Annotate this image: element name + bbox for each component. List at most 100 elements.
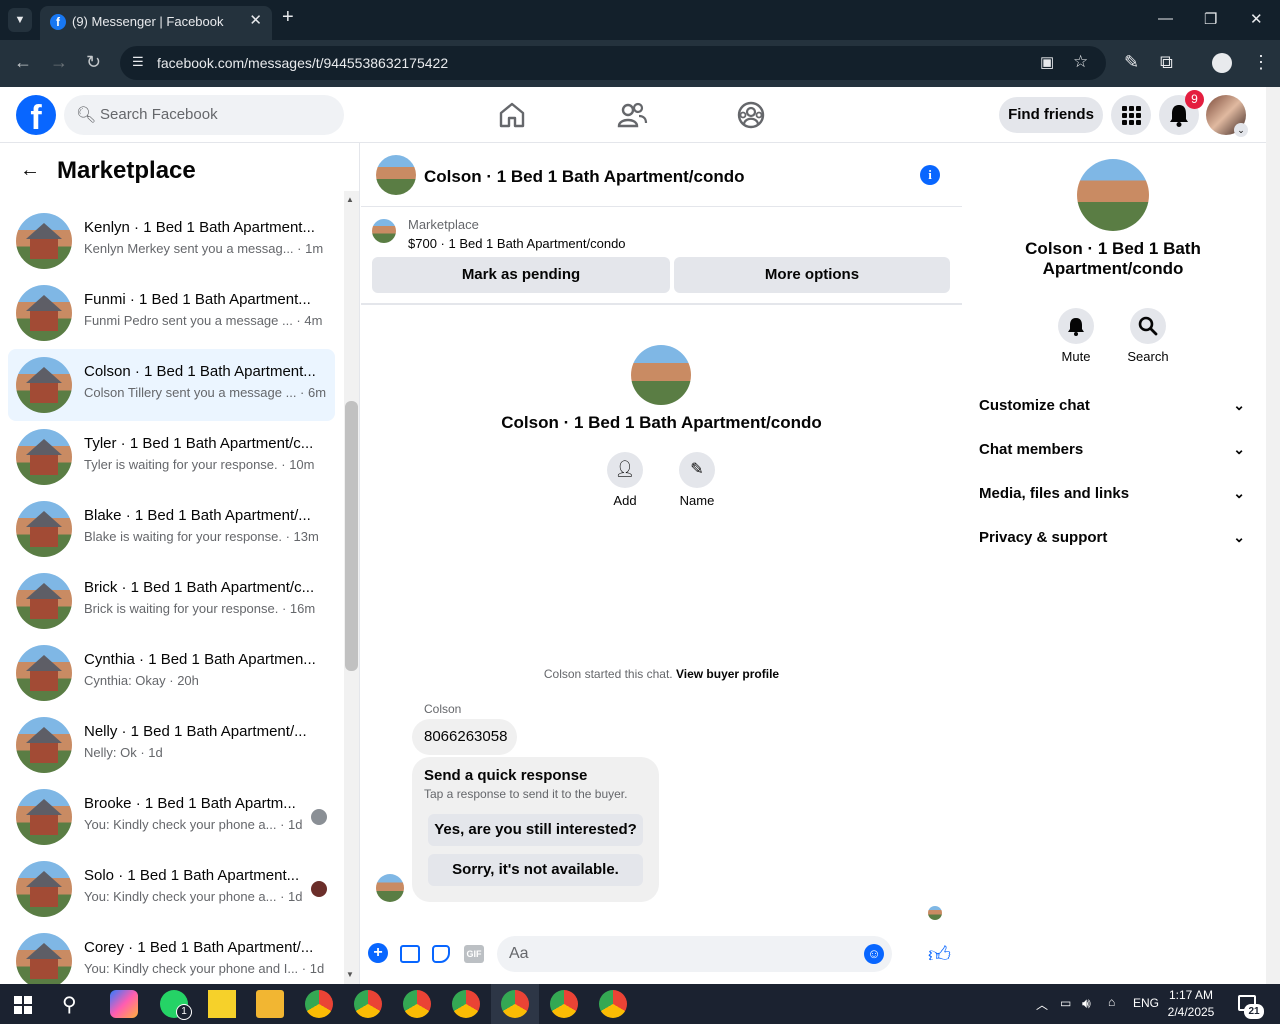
- install-app-icon[interactable]: ▣: [1040, 53, 1054, 71]
- restore-icon[interactable]: ❐: [1204, 10, 1217, 28]
- customize-chat-section[interactable]: Customize chat ⌄: [979, 397, 1251, 414]
- plus-actions-icon[interactable]: +: [368, 943, 388, 963]
- more-options-button[interactable]: More options: [674, 257, 950, 293]
- close-window-icon[interactable]: ✕: [1250, 10, 1263, 28]
- listing-title[interactable]: $700 · 1 Bed 1 Bath Apartment/condo: [408, 236, 626, 251]
- scroll-down-icon[interactable]: ▼: [346, 970, 354, 979]
- chrome-icon[interactable]: [403, 990, 431, 1018]
- emoji-icon[interactable]: ☺: [864, 944, 884, 964]
- gif-icon[interactable]: GIF: [464, 945, 484, 963]
- media-files-links-section[interactable]: Media, files and links ⌄: [979, 485, 1251, 502]
- search-icon[interactable]: ⚲: [62, 992, 77, 1017]
- browser-tab[interactable]: f (9) Messenger | Facebook ✕: [40, 6, 272, 40]
- section-label: Privacy & support: [979, 529, 1108, 546]
- clock-time[interactable]: 1:17 AM: [1160, 988, 1222, 1002]
- conversation-item[interactable]: Blake · 1 Bed 1 Bath Apartment/... Blake …: [8, 493, 335, 565]
- chrome-icon[interactable]: [599, 990, 627, 1018]
- quick-reply-not-available[interactable]: Sorry, it's not available.: [428, 854, 643, 886]
- chrome-icon[interactable]: [305, 990, 333, 1018]
- file-explorer-icon[interactable]: [256, 990, 284, 1018]
- close-tab-icon[interactable]: ✕: [249, 11, 262, 29]
- conversation-item[interactable]: Solo · 1 Bed 1 Bath Apartment... You: Kin…: [8, 853, 335, 925]
- message-input[interactable]: Aa ☺: [497, 936, 892, 972]
- mute-button[interactable]: [1058, 308, 1094, 344]
- pen-icon[interactable]: ✎: [1124, 52, 1139, 73]
- menu-grid-button[interactable]: [1111, 95, 1151, 135]
- list-scrollbar-thumb[interactable]: [345, 401, 358, 671]
- chrome-icon[interactable]: [354, 990, 382, 1018]
- volume-icon[interactable]: 🔊︎: [1082, 995, 1091, 1012]
- language-indicator[interactable]: ENG: [1133, 996, 1159, 1010]
- chat-avatar[interactable]: [376, 155, 416, 195]
- conversation-name: Tyler · 1 Bed 1 Bath Apartment/c...: [84, 435, 314, 452]
- conversation-snippet: You: Kindly check your phone and I... · …: [84, 961, 325, 976]
- chat-title[interactable]: Colson · 1 Bed 1 Bath Apartment/condo: [424, 167, 745, 187]
- windows-taskbar: ⚲ 1 ︿ ▭ 🔊︎ ⌂ ENG 1:17 AM 2/4/2025 21: [0, 984, 1280, 1024]
- clock-date[interactable]: 2/4/2025: [1160, 1005, 1222, 1019]
- sender-avatar[interactable]: [376, 874, 404, 902]
- tray-chevron-icon[interactable]: ︿: [1036, 996, 1048, 1013]
- message-bubble[interactable]: 8066263058: [412, 719, 517, 755]
- details-avatar[interactable]: [1077, 159, 1149, 231]
- photo-icon[interactable]: [400, 945, 420, 963]
- chrome-icon[interactable]: [501, 990, 529, 1018]
- find-friends-button[interactable]: Find friends: [999, 97, 1103, 133]
- tab-search-dropdown[interactable]: ▼: [8, 8, 32, 32]
- read-receipt-avatar: [311, 809, 327, 825]
- search-conversation-button[interactable]: [1130, 308, 1166, 344]
- info-icon[interactable]: i: [920, 165, 940, 185]
- page-scrollbar[interactable]: [1266, 87, 1280, 984]
- mark-pending-button[interactable]: Mark as pending: [372, 257, 670, 293]
- conversation-item[interactable]: Kenlyn · 1 Bed 1 Bath Apartment... Kenlyn…: [8, 205, 335, 277]
- add-people-button[interactable]: 👤︎: [607, 452, 643, 488]
- new-tab-icon[interactable]: +: [282, 6, 294, 29]
- friends-icon[interactable]: [614, 97, 650, 133]
- windows-start-icon[interactable]: [14, 996, 32, 1014]
- conversation-item[interactable]: Corey · 1 Bed 1 Bath Apartment/... You: K…: [8, 925, 335, 984]
- display-icon[interactable]: ⌂: [1108, 995, 1115, 1009]
- sticky-notes-icon[interactable]: [208, 990, 236, 1018]
- reload-icon[interactable]: ↻: [86, 52, 101, 73]
- chrome-icon[interactable]: [452, 990, 480, 1018]
- address-bar[interactable]: ☰ facebook.com/messages/t/94455386321754…: [120, 46, 1106, 80]
- search-input[interactable]: 🔍︎ Search Facebook: [64, 95, 344, 135]
- site-info-icon[interactable]: ☰: [132, 54, 148, 70]
- minimize-icon[interactable]: —: [1158, 10, 1173, 27]
- account-chevron-icon[interactable]: ⌄: [1234, 123, 1248, 137]
- conversation-item[interactable]: Nelly · 1 Bed 1 Bath Apartment/... Nelly:…: [8, 709, 335, 781]
- panel-title: Marketplace: [57, 157, 196, 184]
- chat-members-section[interactable]: Chat members ⌄: [979, 441, 1251, 458]
- facebook-logo-icon[interactable]: f: [16, 95, 56, 135]
- groups-icon[interactable]: [733, 97, 769, 133]
- conversation-snippet: You: Kindly check your phone a... · 1d: [84, 817, 303, 832]
- conversation-item[interactable]: Colson · 1 Bed 1 Bath Apartment... Colson…: [8, 349, 335, 421]
- forward-icon[interactable]: →: [50, 52, 68, 73]
- bookmark-star-icon[interactable]: ☆: [1073, 52, 1088, 72]
- back-arrow-icon[interactable]: ←: [20, 159, 40, 182]
- sticker-icon[interactable]: [432, 945, 450, 963]
- view-buyer-profile-link[interactable]: View buyer profile: [676, 667, 779, 681]
- thumbs-up-icon[interactable]: 👍︎: [928, 941, 951, 968]
- marketplace-label: Marketplace: [408, 217, 479, 232]
- copilot-icon[interactable]: [110, 990, 138, 1018]
- conversation-item[interactable]: Tyler · 1 Bed 1 Bath Apartment/c... Tyler…: [8, 421, 335, 493]
- tray-network-icon[interactable]: ▭: [1060, 996, 1071, 1010]
- quick-reply-interested[interactable]: Yes, are you still interested?: [428, 814, 643, 846]
- conversation-item[interactable]: Brooke · 1 Bed 1 Bath Apartm... You: Kind…: [8, 781, 335, 853]
- extensions-icon[interactable]: ⧉: [1160, 52, 1173, 73]
- home-icon[interactable]: [494, 97, 530, 133]
- profile-icon[interactable]: [1212, 53, 1232, 73]
- conversation-item[interactable]: Brick · 1 Bed 1 Bath Apartment/c... Brick…: [8, 565, 335, 637]
- back-icon[interactable]: ←: [14, 52, 32, 73]
- privacy-support-section[interactable]: Privacy & support ⌄: [979, 529, 1251, 546]
- chrome-icon[interactable]: [550, 990, 578, 1018]
- listing-thumbnail[interactable]: [372, 219, 396, 243]
- conversation-item[interactable]: Funmi · 1 Bed 1 Bath Apartment... Funmi P…: [8, 277, 335, 349]
- conversation-item[interactable]: Cynthia · 1 Bed 1 Bath Apartmen... Cynthi…: [8, 637, 335, 709]
- conversation-snippet: You: Kindly check your phone a... · 1d: [84, 889, 303, 904]
- scroll-up-icon[interactable]: ▲: [346, 195, 354, 204]
- read-receipt-avatar: [311, 881, 327, 897]
- rename-button[interactable]: ✎: [679, 452, 715, 488]
- menu-kebab-icon[interactable]: ⋮: [1252, 52, 1270, 73]
- conversation-avatar: [16, 861, 72, 917]
